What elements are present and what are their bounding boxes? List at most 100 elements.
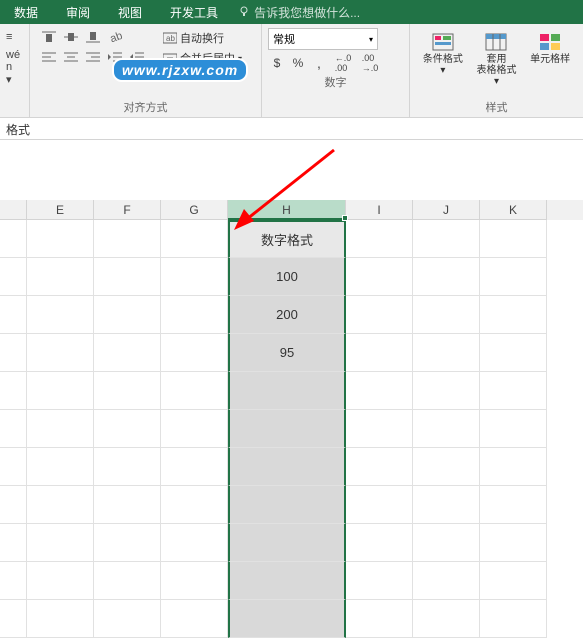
cell[interactable]	[413, 410, 480, 448]
cell-H[interactable]	[228, 600, 346, 638]
cell[interactable]	[480, 448, 547, 486]
align-center-icon[interactable]	[62, 48, 80, 66]
cell[interactable]	[27, 600, 94, 638]
cell[interactable]	[346, 486, 413, 524]
cell[interactable]	[161, 220, 228, 258]
cell-H[interactable]	[228, 486, 346, 524]
cell[interactable]	[27, 448, 94, 486]
cell[interactable]	[27, 562, 94, 600]
cell-edge[interactable]	[0, 486, 27, 524]
cell-edge[interactable]	[0, 334, 27, 372]
cell[interactable]	[346, 524, 413, 562]
cell[interactable]	[94, 486, 161, 524]
inc-decimal-icon[interactable]: ←.0.00	[331, 54, 355, 72]
cell-edge[interactable]	[0, 220, 27, 258]
comma-icon[interactable]: ,	[310, 54, 328, 72]
cell[interactable]	[480, 486, 547, 524]
col-G[interactable]: G	[161, 200, 228, 220]
cell-H[interactable]	[228, 372, 346, 410]
cell[interactable]	[413, 524, 480, 562]
cell[interactable]	[413, 562, 480, 600]
cell[interactable]	[161, 562, 228, 600]
cell[interactable]	[480, 524, 547, 562]
col-E[interactable]: E	[27, 200, 94, 220]
side-bot[interactable]: n ▾	[6, 64, 19, 82]
cell-H[interactable]	[228, 524, 346, 562]
cell-H[interactable]: 200	[228, 296, 346, 334]
cell[interactable]	[346, 334, 413, 372]
cell[interactable]	[161, 258, 228, 296]
cell[interactable]	[346, 220, 413, 258]
tab-data[interactable]: 数据	[0, 0, 52, 24]
cell-H[interactable]: 100	[228, 258, 346, 296]
cell[interactable]	[27, 258, 94, 296]
cell[interactable]	[94, 448, 161, 486]
cell[interactable]	[346, 448, 413, 486]
cell-edge[interactable]	[0, 448, 27, 486]
cell[interactable]	[413, 334, 480, 372]
cell[interactable]	[161, 524, 228, 562]
cell[interactable]	[413, 448, 480, 486]
wrap-text-button[interactable]: ab 自动换行	[158, 28, 247, 48]
cell[interactable]	[27, 486, 94, 524]
cell[interactable]	[27, 372, 94, 410]
cell[interactable]	[27, 524, 94, 562]
cell[interactable]	[480, 258, 547, 296]
col-F[interactable]: F	[94, 200, 161, 220]
cell[interactable]	[94, 258, 161, 296]
cell[interactable]	[480, 372, 547, 410]
cell[interactable]	[161, 334, 228, 372]
cell[interactable]	[27, 296, 94, 334]
percent-icon[interactable]: %	[289, 54, 307, 72]
cell[interactable]	[94, 524, 161, 562]
cell[interactable]	[480, 334, 547, 372]
cell[interactable]	[346, 372, 413, 410]
cell[interactable]	[480, 220, 547, 258]
number-format-combo[interactable]: 常规▾	[268, 28, 378, 50]
col-I[interactable]: I	[346, 200, 413, 220]
cell[interactable]	[27, 334, 94, 372]
cell[interactable]	[413, 486, 480, 524]
cell[interactable]	[94, 410, 161, 448]
dec-decimal-icon[interactable]: .00→.0	[358, 54, 382, 72]
cell-H[interactable]	[228, 410, 346, 448]
table-format-button[interactable]: 套用 表格格式▾	[472, 28, 520, 97]
cond-format-button[interactable]: 条件格式▾	[419, 28, 467, 97]
cell[interactable]	[161, 448, 228, 486]
tab-view[interactable]: 视图	[104, 0, 156, 24]
cell[interactable]	[94, 600, 161, 638]
tab-review[interactable]: 审阅	[52, 0, 104, 24]
cell[interactable]	[346, 258, 413, 296]
cell[interactable]	[480, 410, 547, 448]
cell[interactable]	[161, 600, 228, 638]
cell-format-button[interactable]: 单元格样	[526, 28, 574, 97]
side-top[interactable]: ≡	[6, 28, 19, 46]
tell-me[interactable]: 告诉我您想做什么...	[238, 4, 360, 21]
cell-edge[interactable]	[0, 600, 27, 638]
currency-icon[interactable]: $	[268, 54, 286, 72]
col-J[interactable]: J	[413, 200, 480, 220]
cell-edge[interactable]	[0, 524, 27, 562]
cell[interactable]	[346, 296, 413, 334]
cell-edge[interactable]	[0, 410, 27, 448]
cell[interactable]	[413, 220, 480, 258]
cell[interactable]	[161, 296, 228, 334]
cell-edge[interactable]	[0, 562, 27, 600]
orientation-icon[interactable]: ab	[106, 28, 124, 46]
align-middle-icon[interactable]	[62, 28, 80, 46]
cell[interactable]	[480, 296, 547, 334]
cell[interactable]	[346, 562, 413, 600]
tab-dev[interactable]: 开发工具	[156, 0, 232, 24]
cell[interactable]	[94, 220, 161, 258]
cell[interactable]	[413, 600, 480, 638]
align-right-icon[interactable]	[84, 48, 102, 66]
cell[interactable]	[94, 334, 161, 372]
cell[interactable]	[161, 410, 228, 448]
cell[interactable]	[346, 600, 413, 638]
cell[interactable]	[413, 296, 480, 334]
align-bottom-icon[interactable]	[84, 28, 102, 46]
formula-bar[interactable]: 格式	[0, 118, 583, 140]
cell[interactable]	[480, 562, 547, 600]
cell-H[interactable]	[228, 562, 346, 600]
col-K[interactable]: K	[480, 200, 547, 220]
